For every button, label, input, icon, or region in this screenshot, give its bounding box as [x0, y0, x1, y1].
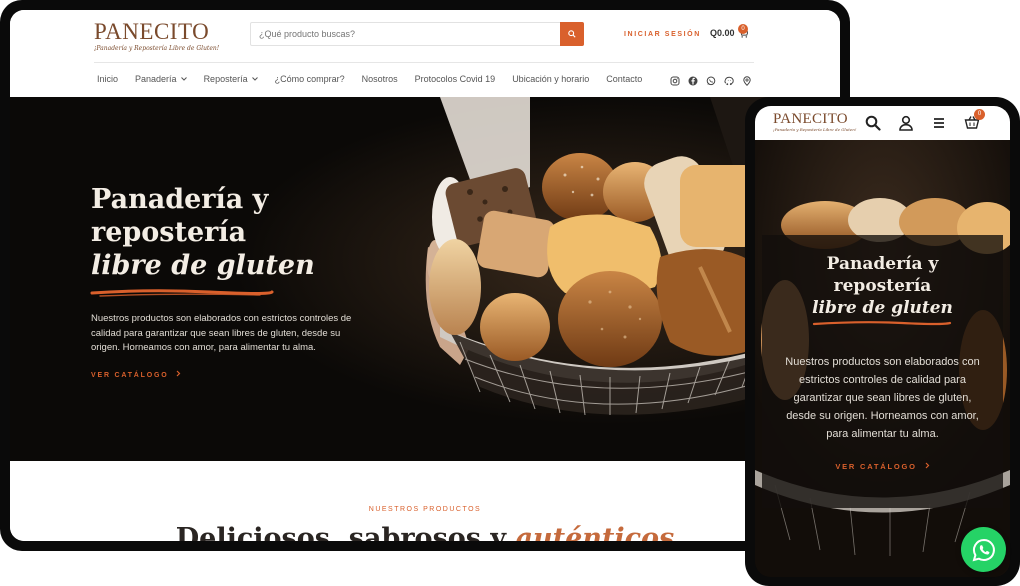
view-catalog-link[interactable]: VER CATÁLOGO — [91, 370, 181, 379]
search-icon — [568, 30, 576, 38]
mobile-hero-title: Panadería y repostería libre de gluten — [755, 253, 1010, 319]
hero-title-accent: libre de gluten — [812, 298, 953, 318]
brand-tagline: ¡Panadería y Repostería Libre de Gluten! — [94, 45, 220, 52]
desktop-screen: PANECITO ¡Panadería y Repostería Libre d… — [10, 10, 840, 541]
nav-item-contacto[interactable]: Contacto — [606, 74, 642, 84]
whatsapp-chat-button[interactable] — [961, 527, 1006, 572]
chevron-down-icon — [251, 77, 258, 81]
section-heading-accent: auténticos — [515, 523, 675, 541]
mobile-hero-description: Nuestros productos son elaborados con es… — [785, 356, 980, 440]
hero-title-line-1: Panadería y — [826, 254, 939, 274]
whatsapp-icon[interactable] — [706, 73, 716, 86]
hero-title-line-2: repostería — [833, 276, 932, 296]
hero-title-accent: libre de gluten — [91, 250, 315, 281]
nav-item-label: Panadería — [135, 74, 177, 84]
login-link[interactable]: INICIAR SESIÓN — [624, 31, 701, 38]
cart-count-badge: 0 — [738, 24, 748, 34]
hero-title-line-2: repostería — [91, 217, 247, 248]
hero-banner: Panadería y repostería libre de gluten N… — [10, 97, 840, 461]
section-heading: Deliciosos, sabrosos y auténticos — [10, 523, 840, 541]
main-nav: Inicio Panadería Repostería ¿Cómo compra… — [97, 74, 659, 84]
nav-item-inicio[interactable]: Inicio — [97, 74, 118, 84]
site-header: PANECITO ¡Panadería y Repostería Libre d… — [10, 10, 840, 97]
nav-item-label: ¿Cómo comprar? — [274, 74, 345, 84]
section-eyebrow: NUESTROS PRODUCTOS — [368, 506, 482, 513]
search-input[interactable] — [251, 23, 561, 45]
nav-item-label: Protocolos Covid 19 — [414, 74, 496, 84]
nav-item-nosotros[interactable]: Nosotros — [362, 74, 398, 84]
chevron-right-icon — [925, 462, 930, 469]
map-pin-icon[interactable] — [742, 73, 752, 87]
hero-description: Nuestros productos son elaborados con es… — [91, 313, 352, 353]
nav-item-label: Ubicación y horario — [512, 74, 590, 84]
brand-name: PANECITO — [773, 111, 848, 127]
nav-item-panaderia[interactable]: Panadería — [135, 74, 187, 84]
brand-name: PANECITO — [94, 19, 210, 44]
mobile-header: PANECITO ¡Panadería y Repostería Libre d… — [755, 106, 1010, 140]
products-section: NUESTROS PRODUCTOS Deliciosos, sabrosos … — [10, 461, 840, 541]
nav-item-ubicacion[interactable]: Ubicación y horario — [512, 74, 589, 84]
user-icon[interactable] — [898, 115, 914, 131]
nav-item-label: Contacto — [606, 74, 643, 84]
mobile-hero-banner: Panadería y repostería libre de gluten N… — [755, 140, 1010, 577]
section-heading-text: Deliciosos, sabrosos y — [175, 523, 516, 541]
nav-item-como-comprar[interactable]: ¿Cómo comprar? — [275, 74, 345, 84]
chevron-down-icon — [180, 77, 187, 81]
view-catalog-label: VER CATÁLOGO — [835, 462, 917, 471]
hero-title: Panadería y repostería libre de gluten — [91, 183, 315, 282]
header-divider — [94, 62, 754, 63]
hero-underline-brush — [812, 321, 952, 326]
mobile-header-icons — [865, 115, 980, 131]
search-icon[interactable] — [865, 115, 881, 131]
instagram-icon[interactable] — [670, 73, 680, 86]
social-links — [670, 73, 752, 87]
nav-item-label: Repostería — [203, 74, 248, 84]
mobile-device-frame: PANECITO ¡Panadería y Repostería Libre d… — [745, 97, 1020, 586]
search-bar — [250, 22, 584, 46]
menu-icon[interactable] — [931, 115, 947, 131]
mobile-cart-count-badge: 0 — [974, 109, 985, 120]
nav-item-reposteria[interactable]: Repostería — [204, 74, 258, 84]
brand-logo[interactable]: PANECITO ¡Panadería y Repostería Libre d… — [94, 19, 220, 53]
mobile-screen: PANECITO ¡Panadería y Repostería Libre d… — [755, 106, 1010, 577]
whatsapp-icon — [972, 538, 995, 561]
mobile-brand-logo[interactable]: PANECITO ¡Panadería y Repostería Libre d… — [773, 111, 856, 132]
hero-underline-brush — [90, 289, 274, 297]
nav-item-label: Inicio — [97, 74, 119, 84]
cart-total: Q0.00 — [710, 28, 735, 38]
facebook-icon[interactable] — [688, 73, 698, 86]
nav-item-protocolos-covid[interactable]: Protocolos Covid 19 — [415, 74, 496, 84]
nav-item-label: Nosotros — [361, 74, 398, 84]
mobile-view-catalog-link[interactable]: VER CATÁLOGO — [755, 462, 1010, 471]
chevron-right-icon — [176, 370, 181, 377]
hero-title-line-1: Panadería y — [91, 184, 269, 215]
desktop-device-frame: PANECITO ¡Panadería y Repostería Libre d… — [0, 0, 850, 551]
view-catalog-label: VER CATÁLOGO — [91, 372, 169, 379]
brand-tagline: ¡Panadería y Repostería Libre de Gluten! — [773, 127, 857, 132]
waze-icon[interactable] — [724, 73, 734, 86]
search-button[interactable] — [560, 22, 584, 46]
